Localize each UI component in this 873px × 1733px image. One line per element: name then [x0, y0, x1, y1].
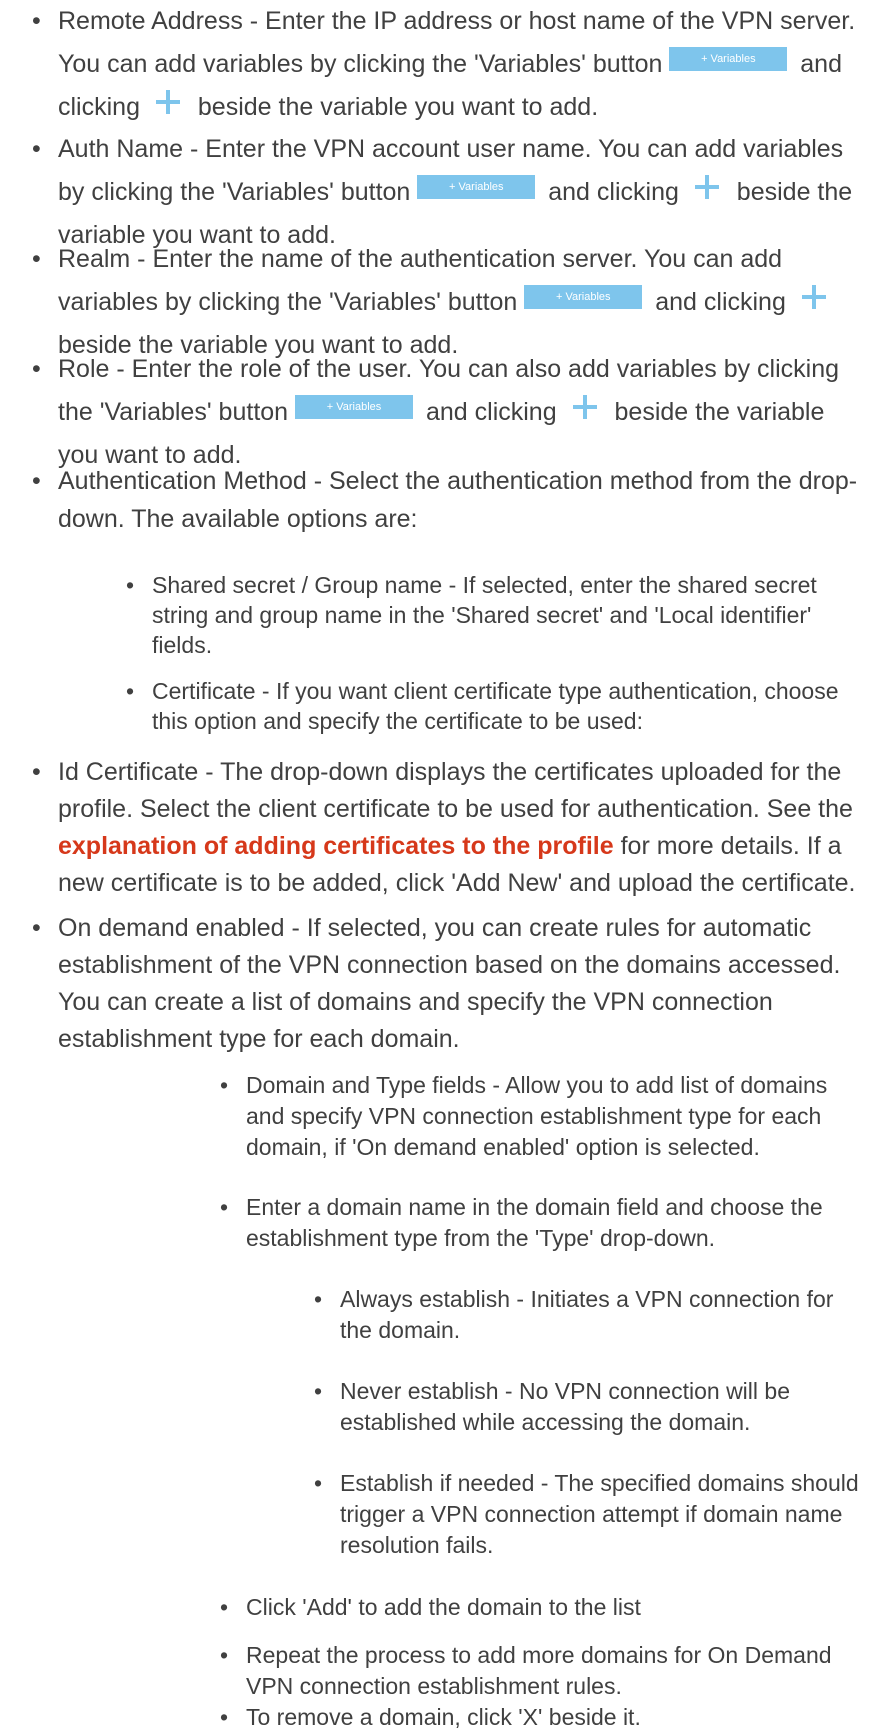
plus-icon[interactable]: [801, 284, 827, 310]
bullet: •: [32, 355, 41, 383]
authentication-method-text: Authentication Method - Select the authe…: [58, 467, 858, 533]
auth-name-text-2: and clicking: [548, 178, 679, 206]
field-description-list: • Authentication Method - Select the aut…: [32, 462, 858, 538]
bullet: •: [32, 245, 41, 273]
certificates-help-link[interactable]: explanation of adding certificates to th…: [58, 832, 614, 860]
list-item-certificate: • Certificate - If you want client certi…: [126, 676, 852, 736]
certificate-text: Certificate - If you want client certifi…: [152, 678, 839, 734]
bullet: •: [32, 7, 41, 35]
list-item-establish-if-needed: • Establish if needed - The specified do…: [314, 1468, 860, 1561]
role-text-2: and clicking: [425, 398, 557, 426]
on-demand-text: On demand enabled - If selected, you can…: [58, 914, 841, 1053]
list-item-click-add: • Click 'Add' to add the domain to the l…: [220, 1592, 846, 1623]
variables-button[interactable]: + Variables: [669, 47, 788, 72]
bullet: •: [220, 1642, 229, 1668]
field-description-list: • Remote Address - Enter the IP address …: [32, 0, 858, 129]
enter-domain-text: Enter a domain name in the domain field …: [246, 1194, 823, 1251]
establishment-types-list: • Never establish - No VPN connection wi…: [314, 1376, 860, 1438]
always-establish-text: Always establish - Initiates a VPN conne…: [340, 1286, 834, 1343]
on-demand-steps-list: • Click 'Add' to add the domain to the l…: [220, 1592, 846, 1623]
remove-domain-text: To remove a domain, click 'X' beside it.: [246, 1704, 641, 1730]
variables-button[interactable]: + Variables: [524, 285, 643, 310]
remote-address-text-3: beside the variable you want to add.: [197, 93, 599, 121]
auth-method-options: • Shared secret / Group name - If select…: [126, 570, 852, 660]
auth-method-options: • Certificate - If you want client certi…: [126, 676, 852, 736]
bullet: •: [32, 135, 41, 163]
plus-icon[interactable]: [155, 89, 181, 115]
field-description-list: • Id Certificate - The drop-down display…: [32, 754, 858, 902]
on-demand-sub-list: • Domain and Type fields - Allow you to …: [220, 1070, 846, 1163]
list-item-role: • Role - Enter the role of the user. You…: [32, 348, 858, 477]
variables-button[interactable]: + Variables: [417, 175, 536, 200]
realm-text-2: and clicking: [655, 288, 786, 316]
list-item-on-demand-enabled: • On demand enabled - If selected, you c…: [32, 910, 858, 1058]
click-add-text: Click 'Add' to add the domain to the lis…: [246, 1594, 641, 1620]
bullet: •: [126, 572, 135, 598]
bullet: •: [32, 914, 41, 942]
variables-button[interactable]: + Variables: [295, 395, 414, 420]
establishment-types-list: • Always establish - Initiates a VPN con…: [314, 1284, 860, 1346]
establishment-types-list: • Establish if needed - The specified do…: [314, 1468, 860, 1561]
field-description-list: • Role - Enter the role of the user. You…: [32, 348, 858, 477]
list-item-always-establish: • Always establish - Initiates a VPN con…: [314, 1284, 860, 1346]
bullet: •: [314, 1470, 323, 1496]
list-item-authentication-method: • Authentication Method - Select the aut…: [32, 462, 858, 538]
list-item-never-establish: • Never establish - No VPN connection wi…: [314, 1376, 860, 1438]
bullet: •: [314, 1378, 323, 1404]
list-item-id-certificate: • Id Certificate - The drop-down display…: [32, 754, 858, 902]
field-description-list: • On demand enabled - If selected, you c…: [32, 910, 858, 1058]
list-item-enter-domain: • Enter a domain name in the domain fiel…: [220, 1192, 846, 1254]
on-demand-sub-list: • Enter a domain name in the domain fiel…: [220, 1192, 846, 1254]
never-establish-text: Never establish - No VPN connection will…: [340, 1378, 790, 1435]
list-item-domain-type-fields: • Domain and Type fields - Allow you to …: [220, 1070, 846, 1163]
list-item-remote-address: • Remote Address - Enter the IP address …: [32, 0, 858, 129]
bullet: •: [220, 1594, 229, 1620]
id-certificate-text-1: Id Certificate - The drop-down displays …: [58, 758, 853, 823]
on-demand-steps-list: • Repeat the process to add more domains…: [220, 1640, 846, 1702]
plus-icon[interactable]: [572, 394, 598, 420]
bullet: •: [220, 1072, 229, 1098]
list-item-remove-domain: • To remove a domain, click 'X' beside i…: [220, 1702, 846, 1733]
domain-type-fields-text: Domain and Type fields - Allow you to ad…: [246, 1072, 828, 1160]
bullet: •: [220, 1194, 229, 1220]
bullet: •: [32, 467, 41, 495]
list-item-shared-secret: • Shared secret / Group name - If select…: [126, 570, 852, 660]
bullet: •: [220, 1704, 229, 1730]
repeat-process-text: Repeat the process to add more domains f…: [246, 1642, 832, 1699]
bullet: •: [32, 758, 41, 786]
shared-secret-text: Shared secret / Group name - If selected…: [152, 572, 817, 658]
bullet: •: [126, 678, 135, 704]
list-item-repeat-process: • Repeat the process to add more domains…: [220, 1640, 846, 1702]
establish-if-needed-text: Establish if needed - The specified doma…: [340, 1470, 859, 1558]
plus-icon[interactable]: [694, 174, 720, 200]
on-demand-steps-list: • To remove a domain, click 'X' beside i…: [220, 1702, 846, 1733]
bullet: •: [314, 1286, 323, 1312]
